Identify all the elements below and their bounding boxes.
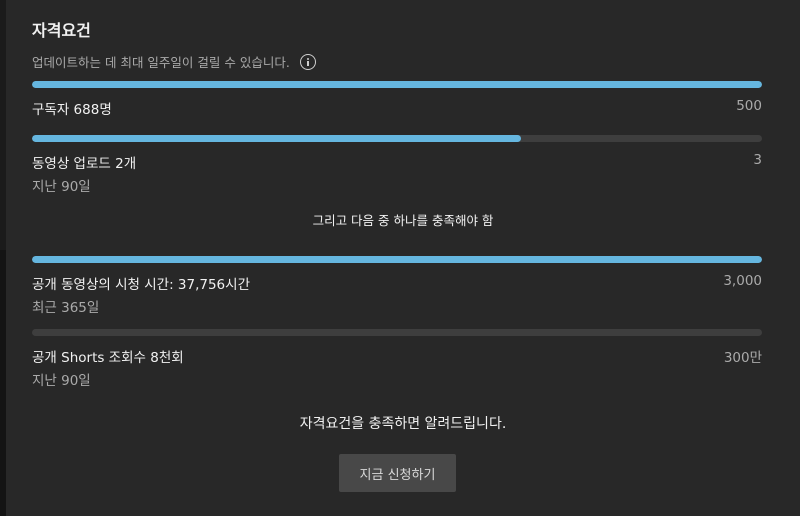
requirement-label: 동영상 업로드 2개 (32, 156, 137, 172)
requirement-label: 공개 Shorts 조회수 8천회 (32, 350, 184, 366)
or-condition-text: 그리고 다음 중 하나를 충족해야 함 (312, 213, 494, 228)
requirement-period: 지난 90일 (32, 373, 91, 389)
notify-text: 자격요건을 충족하면 알려드립니다. (299, 416, 507, 432)
progress-track (32, 256, 762, 263)
section-subtitle: 업데이트하는 데 최대 일주일이 걸릴 수 있습니다. (32, 52, 316, 71)
requirement-subscribers: 구독자 688명 500 (32, 81, 762, 118)
requirement-period: 최근 365일 (32, 300, 100, 316)
requirement-label: 공개 동영상의 시청 시간: 37,756시간 (32, 277, 250, 293)
progress-fill (32, 256, 762, 263)
requirement-target: 3 (753, 152, 762, 168)
requirement-uploads: 동영상 업로드 2개 3 지난 90일 (32, 135, 762, 195)
progress-track (32, 329, 762, 336)
eligibility-card: 자격요건 업데이트하는 데 최대 일주일이 걸릴 수 있습니다. 구독자 688… (6, 0, 800, 516)
progress-fill (32, 81, 762, 88)
subtitle-text: 업데이트하는 데 최대 일주일이 걸릴 수 있습니다. (32, 55, 290, 70)
requirement-shorts-views: 공개 Shorts 조회수 8천회 300만 지난 90일 (32, 329, 762, 389)
apply-now-button[interactable]: 지금 신청하기 (339, 454, 456, 492)
requirement-target: 500 (736, 98, 762, 114)
requirement-target: 3,000 (723, 273, 762, 289)
section-title: 자격요건 (32, 21, 91, 40)
info-icon[interactable] (299, 53, 316, 70)
page: 자격요건 업데이트하는 데 최대 일주일이 걸릴 수 있습니다. 구독자 688… (0, 0, 800, 516)
progress-fill (32, 135, 522, 142)
requirement-period: 지난 90일 (32, 179, 91, 195)
requirement-watch-hours: 공개 동영상의 시청 시간: 37,756시간 3,000 최근 365일 (32, 256, 762, 316)
progress-track (32, 135, 762, 142)
progress-track (32, 81, 762, 88)
requirement-label: 구독자 688명 (32, 102, 112, 118)
requirement-target: 300만 (723, 350, 762, 366)
